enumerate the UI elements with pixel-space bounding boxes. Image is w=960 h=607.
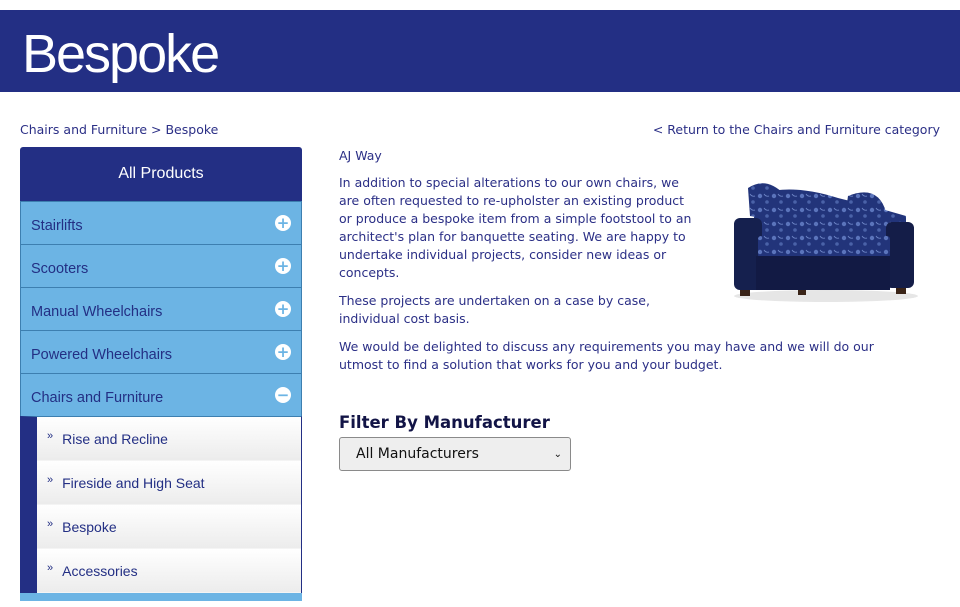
chevron-right-icon: » [47, 517, 54, 530]
collapse-minus-icon[interactable]: − [275, 387, 291, 403]
subcategory-list: » Rise and Recline » Fireside and High S… [20, 416, 302, 593]
sidebar-item-chairs-and-furniture[interactable]: Chairs and Furniture − [20, 373, 302, 416]
sidebar-item-label: Manual Wheelchairs [31, 304, 163, 320]
sidebar-subitem-rise-and-recline[interactable]: » Rise and Recline [37, 417, 301, 461]
breadcrumb-link-chairs-and-furniture[interactable]: Chairs and Furniture [20, 122, 147, 137]
chevron-right-icon: » [47, 561, 54, 574]
expand-plus-icon[interactable]: + [275, 258, 291, 274]
filter-title: Filter By Manufacturer [339, 413, 550, 432]
description-paragraph: We would be delighted to discuss any req… [339, 339, 874, 372]
sidebar-item-stairlifts[interactable]: Stairlifts + [20, 201, 302, 244]
sidebar-item-label: Scooters [31, 261, 89, 277]
sidebar-item-scooters[interactable]: Scooters + [20, 244, 302, 287]
description-paragraph: In addition to special alterations to ou… [339, 175, 692, 280]
sidebar-subitem-label: Accessories [62, 562, 138, 579]
sidebar-item-label: Chairs and Furniture [31, 390, 164, 406]
sidebar-subitem-label: Bespoke [62, 518, 117, 535]
breadcrumb-current: Bespoke [165, 122, 219, 137]
product-name: AJ Way [339, 148, 382, 163]
sidebar-item-label: Powered Wheelchairs [31, 347, 173, 363]
page-banner: Bespoke [0, 10, 960, 92]
sidebar-item-manual-wheelchairs[interactable]: Manual Wheelchairs + [20, 287, 302, 330]
sidebar-item-label: Stairlifts [31, 218, 83, 234]
chevron-right-icon: » [47, 429, 54, 442]
sidebar-subitem-accessories[interactable]: » Accessories [37, 549, 301, 593]
breadcrumb: Chairs and Furniture > Bespoke [20, 122, 218, 137]
sofa-product-image [734, 183, 918, 302]
return-to-category-link[interactable]: < Return to the Chairs and Furniture cat… [653, 122, 940, 137]
sidebar-subitem-bespoke[interactable]: » Bespoke [37, 505, 301, 549]
top-strip [0, 0, 960, 10]
expand-plus-icon[interactable]: + [275, 301, 291, 317]
chevron-right-icon: » [47, 473, 54, 486]
breadcrumb-separator: > [151, 122, 162, 137]
expand-plus-icon[interactable]: + [275, 215, 291, 231]
chevron-down-icon: ⌄ [553, 448, 562, 460]
manufacturer-select-value: All Manufacturers [356, 446, 479, 462]
sidebar-subitem-label: Rise and Recline [62, 430, 168, 447]
sidebar-item-powered-wheelchairs[interactable]: Powered Wheelchairs + [20, 330, 302, 373]
sidebar-subitem-label: Fireside and High Seat [62, 474, 205, 491]
product-sidebar: All Products Stairlifts + Scooters + Man… [20, 147, 302, 607]
page-title: Bespoke [22, 24, 220, 84]
description-paragraph: These projects are undertaken on a case … [339, 293, 650, 326]
manufacturer-select[interactable]: All Manufacturers ⌄ [339, 437, 571, 471]
sidebar-header-all-products[interactable]: All Products [20, 147, 302, 201]
expand-plus-icon[interactable]: + [275, 344, 291, 360]
sidebar-subitem-fireside-and-high-seat[interactable]: » Fireside and High Seat [37, 461, 301, 505]
